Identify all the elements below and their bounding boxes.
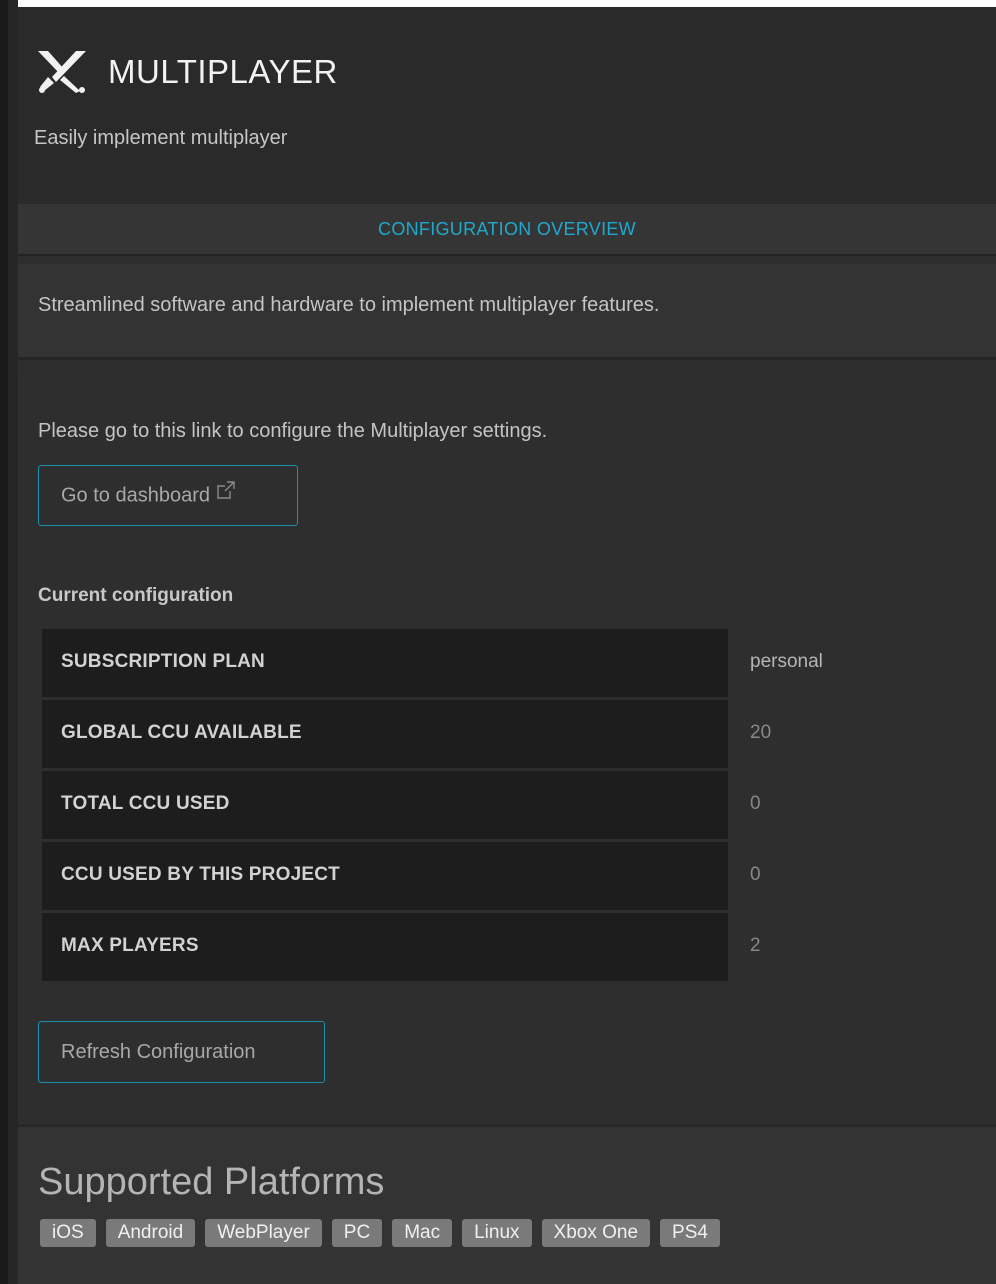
current-configuration-heading: Current configuration (38, 585, 234, 606)
window-top-edge (0, 0, 996, 7)
external-link-icon (216, 480, 236, 506)
table-row: TOTAL CCU USED 0 (42, 771, 992, 839)
config-key-cell: TOTAL CCU USED (42, 771, 728, 839)
config-key-cell: SUBSCRIPTION PLAN (42, 629, 728, 697)
tab-configuration-overview[interactable]: CONFIGURATION OVERVIEW (18, 219, 996, 240)
platform-chip-ios: iOS (40, 1219, 96, 1247)
config-key: CCU USED BY THIS PROJECT (61, 864, 340, 885)
window-left-border (0, 0, 8, 1284)
platform-chip-ps4: PS4 (660, 1219, 720, 1247)
platform-chip-list: iOS Android WebPlayer PC Mac Linux Xbox … (40, 1219, 720, 1247)
config-key: SUBSCRIPTION PLAN (61, 651, 265, 672)
config-key: GLOBAL CCU AVAILABLE (61, 722, 302, 743)
service-header: MULTIPLAYER Easily implement multiplayer (18, 7, 996, 204)
supported-platforms-panel: Supported Platforms iOS Android WebPlaye… (18, 1124, 996, 1284)
service-subtitle: Easily implement multiplayer (34, 127, 288, 149)
config-value: personal (750, 651, 823, 672)
go-to-dashboard-label: Go to dashboard (61, 483, 210, 506)
go-to-dashboard-button[interactable]: Go to dashboard (38, 465, 298, 526)
table-row: GLOBAL CCU AVAILABLE 20 (42, 700, 992, 768)
config-value: 0 (750, 864, 761, 885)
configuration-table: SUBSCRIPTION PLAN personal GLOBAL CCU AV… (42, 629, 992, 984)
tab-bar: CONFIGURATION OVERVIEW (18, 204, 996, 256)
description-panel: Streamlined software and hardware to imp… (18, 264, 996, 360)
platform-chip-pc: PC (331, 1219, 383, 1247)
table-row: MAX PLAYERS 2 (42, 913, 992, 981)
table-row: CCU USED BY THIS PROJECT 0 (42, 842, 992, 910)
configuration-panel: Please go to this link to configure the … (18, 372, 996, 1124)
description-text: Streamlined software and hardware to imp… (38, 294, 660, 316)
platform-chip-android: Android (105, 1219, 196, 1247)
config-value: 20 (750, 722, 772, 743)
platform-chip-mac: Mac (392, 1219, 453, 1247)
supported-platforms-heading: Supported Platforms (38, 1161, 385, 1203)
window-left-gutter (8, 0, 18, 1284)
platform-chip-linux: Linux (462, 1219, 532, 1247)
refresh-configuration-button[interactable]: Refresh Configuration (38, 1021, 325, 1083)
config-value: 0 (750, 793, 761, 814)
platform-chip-xbox-one: Xbox One (541, 1219, 651, 1247)
service-title: MULTIPLAYER (108, 53, 338, 90)
config-key-cell: MAX PLAYERS (42, 913, 728, 981)
config-key-cell: GLOBAL CCU AVAILABLE (42, 700, 728, 768)
config-key: TOTAL CCU USED (61, 793, 230, 814)
config-value: 2 (750, 935, 761, 956)
dashboard-link-text: Please go to this link to configure the … (38, 420, 548, 442)
table-row: SUBSCRIPTION PLAN personal (42, 629, 992, 697)
config-key-cell: CCU USED BY THIS PROJECT (42, 842, 728, 910)
platform-chip-webplayer: WebPlayer (205, 1219, 322, 1247)
crossed-swords-icon (38, 51, 86, 93)
config-key: MAX PLAYERS (61, 935, 199, 956)
